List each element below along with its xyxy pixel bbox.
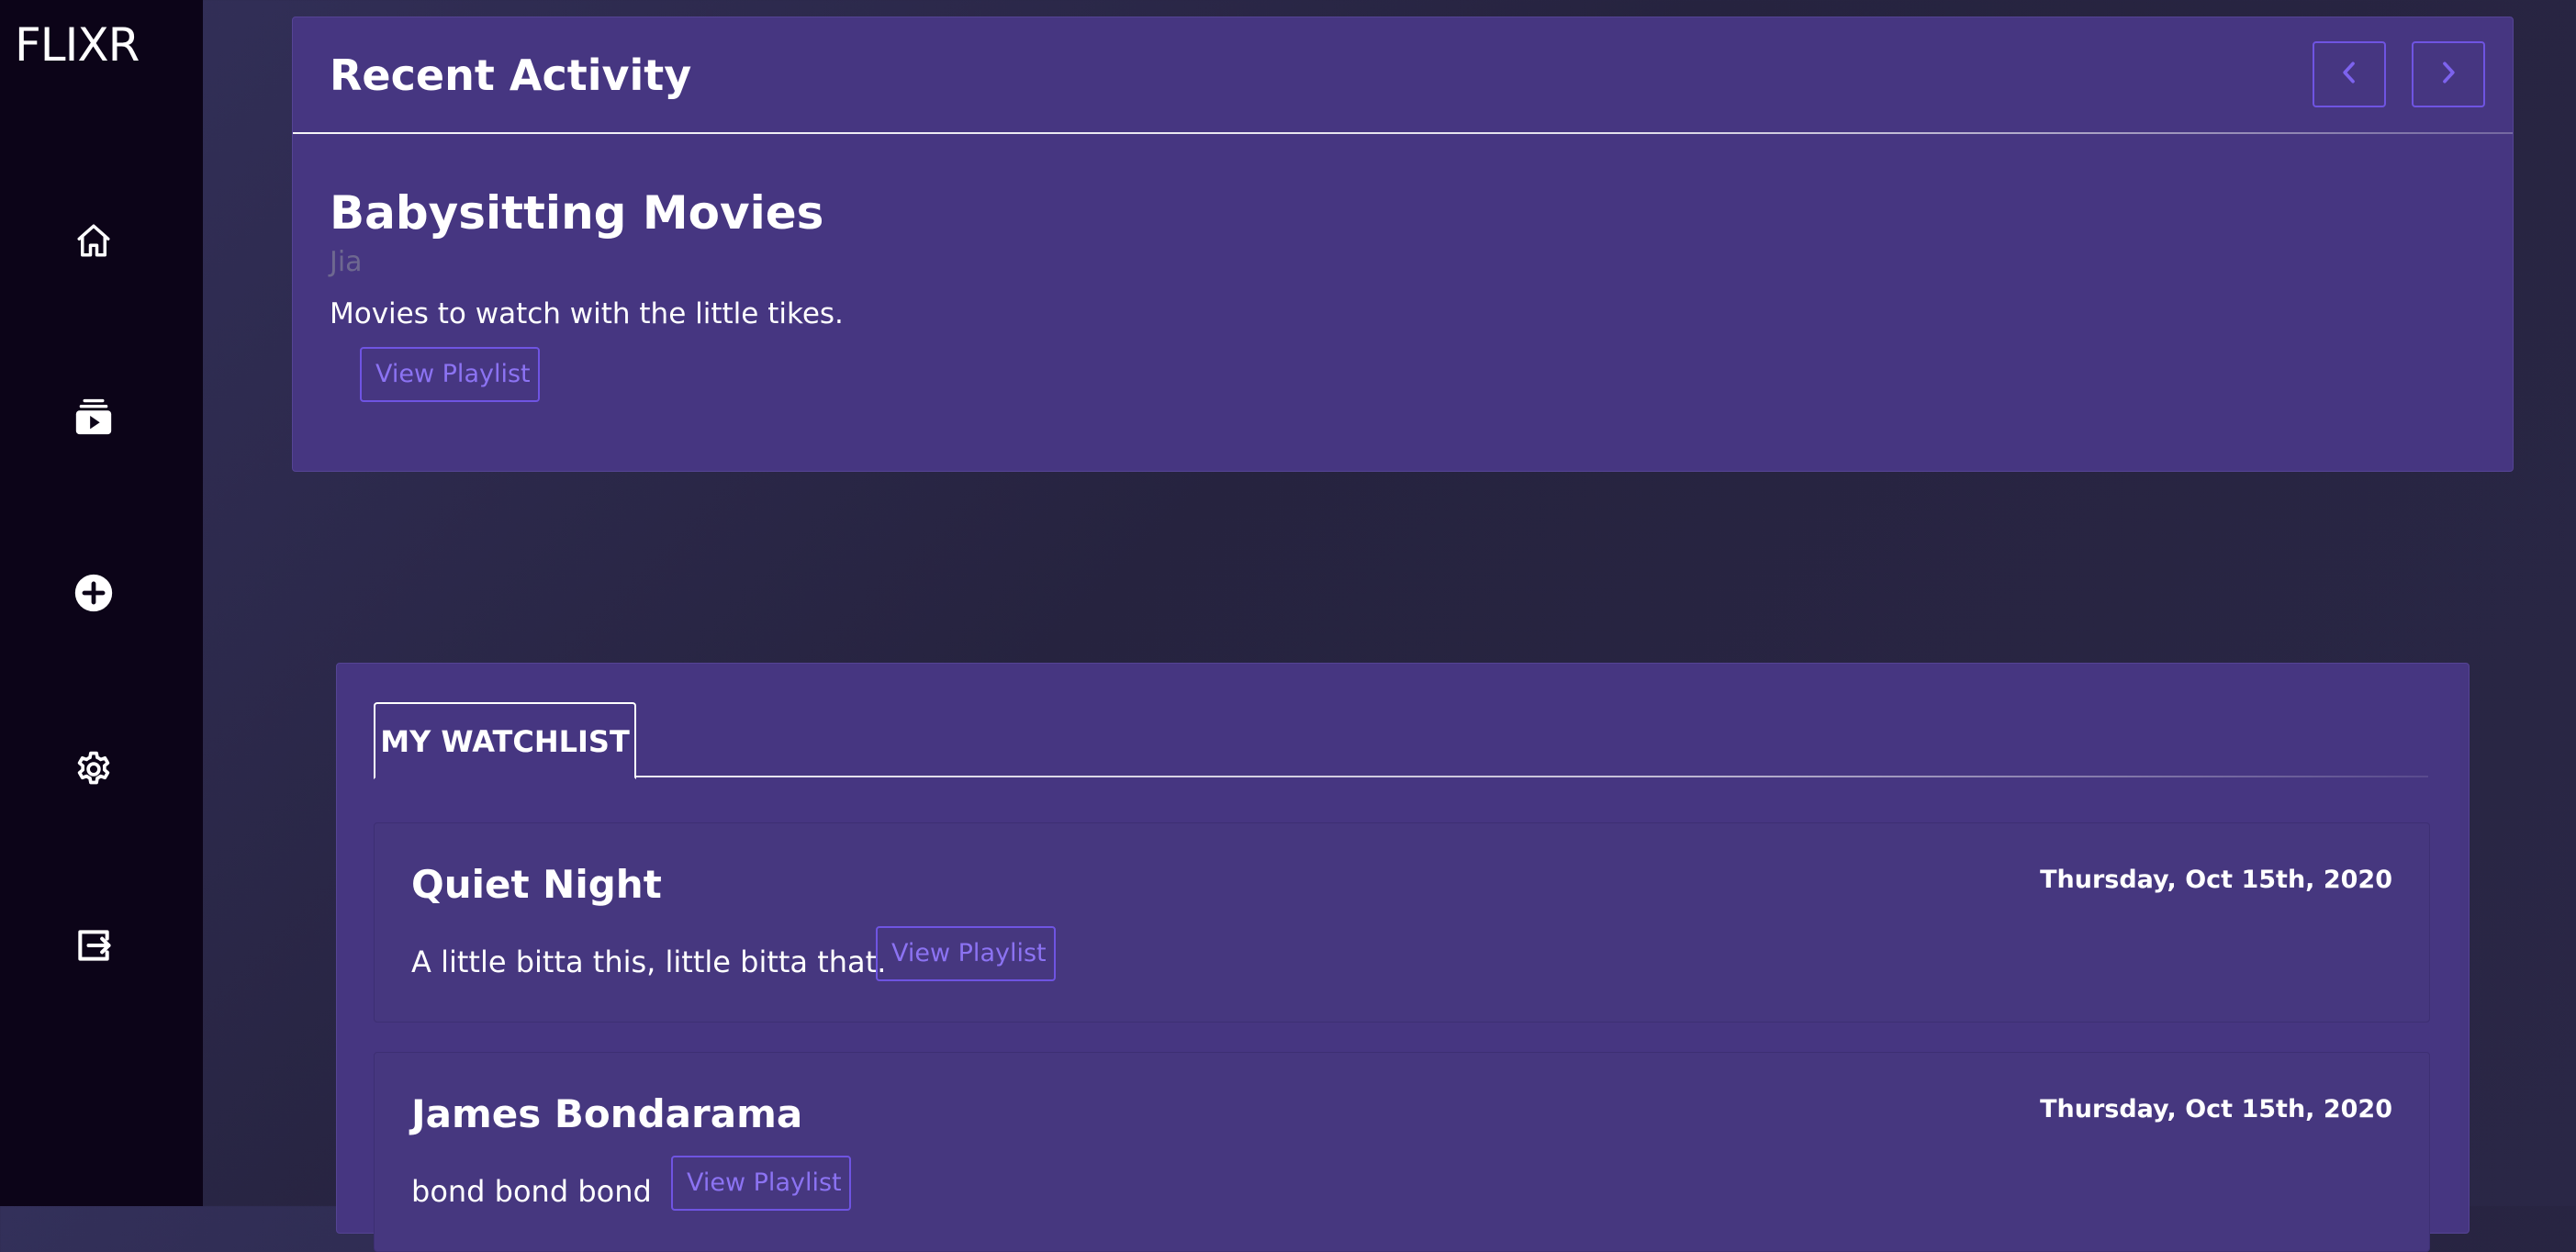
watchlist-item-title: Quiet Night (411, 862, 662, 907)
home-icon (74, 221, 113, 260)
tab-my-watchlist[interactable]: MY WATCHLIST (374, 702, 636, 779)
chevron-left-icon (2339, 61, 2359, 88)
view-playlist-button[interactable]: View Playlist (876, 926, 1056, 981)
sidebar: FLIXR (0, 0, 203, 1206)
playlist-owner: Jia (330, 246, 363, 278)
watchlist-item: James Bondarama Thursday, Oct 15th, 2020… (374, 1052, 2430, 1252)
sidebar-item-home[interactable] (72, 218, 116, 263)
sidebar-item-settings[interactable] (72, 747, 116, 791)
watchlist-item: Quiet Night Thursday, Oct 15th, 2020 A l… (374, 822, 2430, 1023)
recent-activity-header: Recent Activity (293, 17, 2513, 134)
watchlist-item-description: A little bitta this, little bitta that. (411, 945, 887, 979)
playlists-icon (73, 396, 115, 438)
view-playlist-button[interactable]: View Playlist (360, 347, 540, 402)
brand-logo[interactable]: FLIXR (15, 13, 140, 77)
add-circle-icon (73, 573, 114, 613)
recent-activity-title: Recent Activity (330, 50, 692, 100)
sidebar-item-playlists[interactable] (72, 395, 116, 439)
next-button[interactable] (2412, 41, 2485, 107)
playlist-description: Movies to watch with the little tikes. (330, 297, 844, 330)
sidebar-item-logout[interactable] (72, 923, 116, 967)
playlist-title: Babysitting Movies (330, 186, 824, 240)
watchlist-item-title: James Bondarama (411, 1091, 803, 1136)
watchlist-item-description: bond bond bond (411, 1174, 652, 1209)
tab-divider (374, 776, 2428, 777)
sidebar-item-add[interactable] (72, 571, 116, 615)
watchlist-item-date: Thursday, Oct 15th, 2020 (2040, 866, 2392, 894)
watchlist-item-date: Thursday, Oct 15th, 2020 (2040, 1095, 2392, 1123)
gear-icon (73, 749, 114, 789)
watchlist-panel: MY WATCHLIST Quiet Night Thursday, Oct 1… (336, 663, 2470, 1252)
logout-icon (73, 925, 114, 966)
chevron-right-icon (2438, 61, 2458, 88)
recent-activity-panel: Recent Activity Babysitting Movies Jia M… (292, 17, 2514, 472)
view-playlist-button[interactable]: View Playlist (671, 1156, 851, 1211)
previous-button[interactable] (2313, 41, 2386, 107)
